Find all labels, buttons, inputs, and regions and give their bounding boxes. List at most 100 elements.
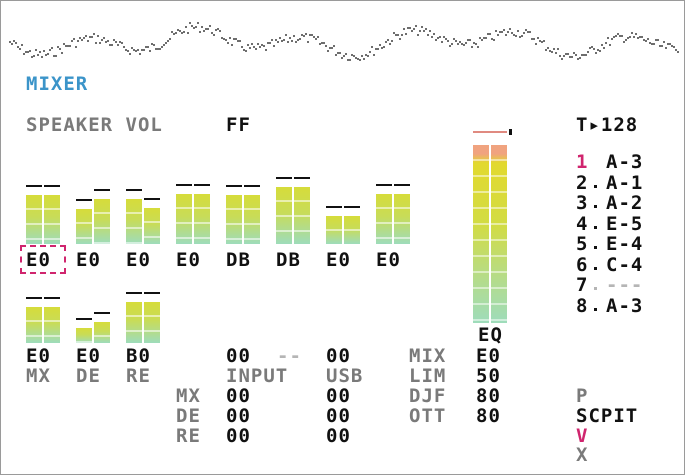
track-4-chain[interactable]: E-5 (606, 214, 643, 234)
input-level-2[interactable]: -- (277, 347, 302, 366)
channel-4-level[interactable]: E0 (176, 251, 201, 270)
channel-6-level[interactable]: DB (276, 251, 301, 270)
waveform-sample (401, 34, 403, 36)
waveform-sample (645, 40, 647, 42)
track-6-number[interactable]: 6 (576, 255, 588, 275)
waveform-sample (183, 31, 185, 33)
track-8-number[interactable]: 8 (576, 296, 588, 316)
return-mx-right-bar (44, 307, 60, 343)
track-3-chain[interactable]: A-2 (606, 194, 643, 213)
waveform-sample (445, 38, 447, 40)
track-1-number[interactable]: 1 (576, 153, 588, 172)
waveform-sample (137, 49, 139, 51)
channel-5-right-bar (244, 195, 260, 244)
nav-project[interactable]: P (576, 387, 588, 406)
track-1-chain[interactable]: A-3 (606, 153, 643, 172)
waveform-sample (29, 50, 31, 52)
setting-value-lim[interactable]: 50 (476, 367, 501, 386)
track-7-chain[interactable]: --- (606, 276, 643, 295)
setting-value-djf[interactable]: 80 (476, 387, 501, 406)
waveform-sample (389, 43, 391, 45)
waveform-sample (535, 43, 537, 45)
waveform-sample (501, 31, 503, 33)
channel-5-level[interactable]: DB (226, 251, 251, 270)
channel-2-left-peak (76, 199, 92, 201)
waveform-sample (559, 55, 561, 57)
return-re-level[interactable]: B0 (126, 347, 151, 366)
waveform-sample (139, 53, 141, 55)
waveform-sample (613, 36, 615, 38)
channel-meter-8 (376, 137, 411, 244)
waveform-sample (175, 32, 177, 34)
input-send-mx[interactable]: 00 (226, 387, 251, 406)
waveform-sample (185, 26, 187, 28)
channel-meter-3 (126, 137, 161, 244)
waveform-sample (483, 37, 485, 39)
waveform-sample (255, 48, 257, 50)
track-4-number[interactable]: 4 (576, 214, 588, 234)
waveform-sample (643, 39, 645, 41)
waveform-sample (113, 39, 115, 41)
waveform-sample (273, 45, 275, 47)
waveform-sample (381, 47, 383, 49)
usb-send-mx[interactable]: 00 (326, 387, 351, 406)
waveform-sample (37, 54, 39, 56)
input-level[interactable]: 00 (226, 347, 251, 366)
waveform-sample (517, 30, 519, 32)
track-2-chain[interactable]: A-1 (606, 173, 643, 193)
input-send-re[interactable]: 00 (226, 427, 251, 446)
nav-x[interactable]: X (576, 446, 588, 465)
waveform-sample (657, 39, 659, 41)
channel-7-level[interactable]: E0 (326, 251, 351, 270)
waveform-sample (11, 43, 13, 45)
waveform-sample (35, 49, 37, 51)
setting-label-ott: OTT (409, 405, 447, 427)
waveform-sample (621, 35, 623, 37)
waveform-sample (119, 41, 121, 43)
track-5-chain[interactable]: E-4 (606, 235, 643, 254)
waveform-sample (305, 33, 307, 35)
waveform-sample (133, 49, 135, 51)
waveform-sample (595, 52, 597, 54)
track-4-separator (594, 225, 597, 229)
waveform-sample (395, 34, 397, 36)
track-8-chain[interactable]: A-3 (606, 296, 643, 316)
waveform-sample (287, 41, 289, 43)
waveform-sample (69, 45, 71, 47)
waveform-sample (303, 35, 305, 37)
waveform-sample (357, 58, 359, 60)
setting-value-mix[interactable]: E0 (476, 347, 501, 366)
channel-6-left-bar (276, 187, 292, 244)
speaker-vol-value[interactable]: FF (226, 116, 251, 135)
channel-4-left-bar (176, 194, 192, 244)
usb-send-de[interactable]: 00 (326, 407, 351, 426)
waveform-sample (173, 33, 175, 35)
waveform-sample (85, 35, 87, 37)
track-5-number[interactable]: 5 (576, 235, 588, 254)
row-label-de: DE (176, 405, 201, 427)
waveform-sample (485, 37, 487, 39)
waveform-sample (617, 33, 619, 35)
waveform-sample (151, 43, 153, 45)
track-2-number[interactable]: 2 (576, 173, 588, 193)
waveform-sample (89, 36, 91, 38)
setting-value-ott[interactable]: 80 (476, 407, 501, 426)
usb-level[interactable]: 00 (326, 347, 351, 366)
waveform-sample (141, 49, 143, 51)
input-send-de[interactable]: 00 (226, 407, 251, 426)
waveform-sample (259, 46, 261, 48)
channel-4-right-peak (194, 184, 210, 186)
usb-send-re[interactable]: 00 (326, 427, 351, 446)
channel-8-level[interactable]: E0 (376, 251, 401, 270)
track-3-number[interactable]: 3 (576, 194, 588, 213)
waveform-sample (593, 48, 595, 50)
return-de-level[interactable]: E0 (76, 347, 101, 366)
waveform-sample (99, 42, 101, 44)
track-7-number[interactable]: 7 (576, 276, 588, 295)
waveform-sample (561, 58, 563, 60)
nav-scpit[interactable]: SCPIT (576, 407, 638, 426)
return-mx-level[interactable]: E0 (26, 347, 51, 366)
track-6-chain[interactable]: C-4 (606, 255, 643, 275)
waveform-sample (283, 39, 285, 41)
waveform-sample (371, 46, 373, 48)
